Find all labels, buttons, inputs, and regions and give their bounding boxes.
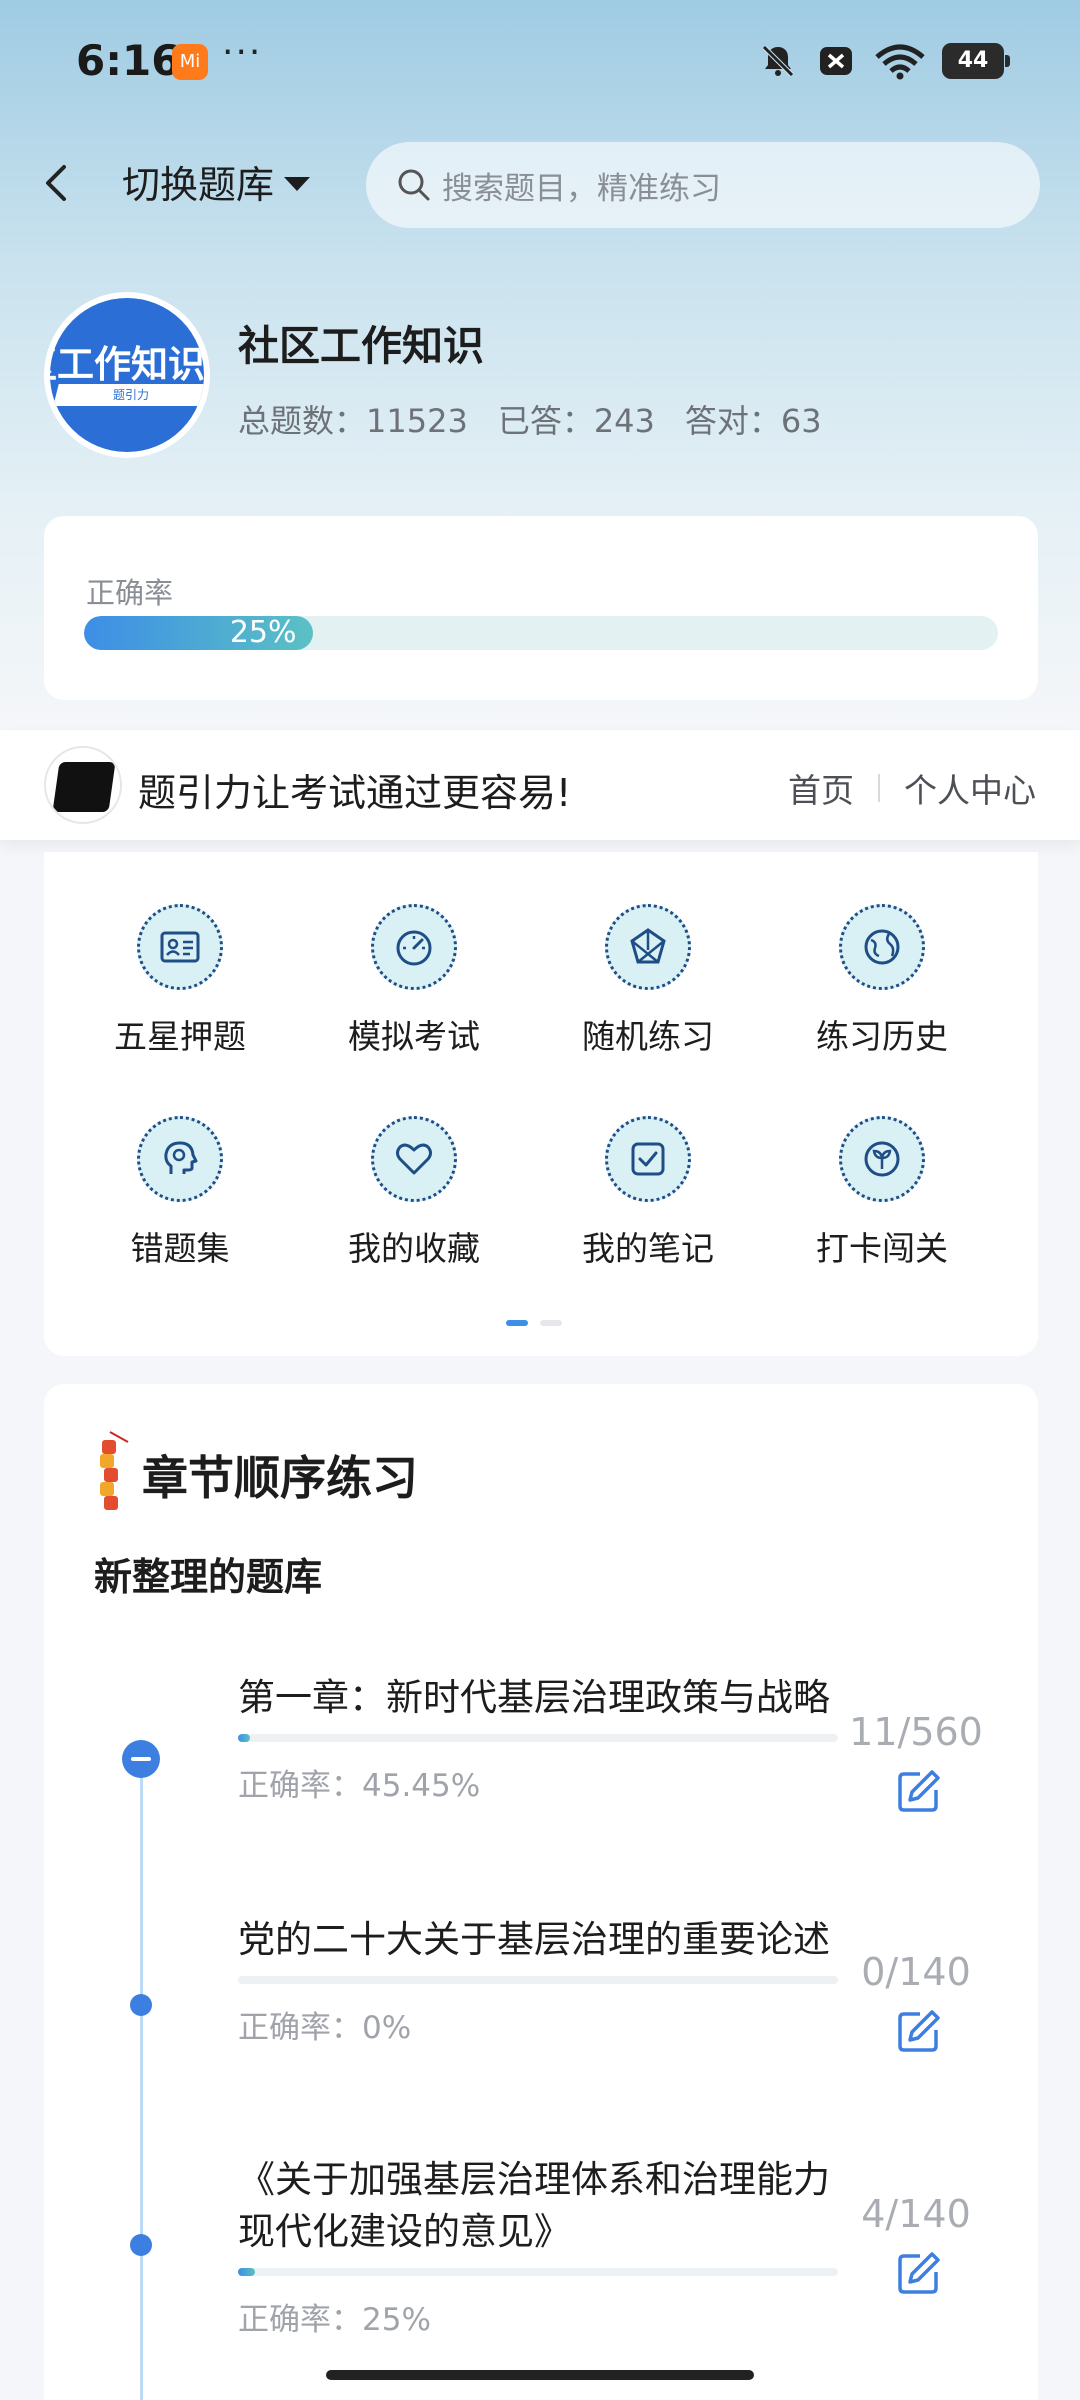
page-indicator	[506, 1320, 562, 1326]
accuracy-progress-bar: 25%	[84, 616, 998, 650]
feature-label: 随机练习	[582, 1017, 714, 1056]
chevron-left-icon	[46, 165, 66, 201]
feature-label: 我的收藏	[348, 1229, 480, 1268]
note-icon	[605, 1116, 691, 1202]
chapter-subtitle-text: 新整理的题库	[94, 1555, 323, 1599]
feature-five-star[interactable]: 五星押题	[80, 904, 280, 1058]
chapter-accuracy: 正确率：0%	[238, 2010, 412, 2046]
chapter-item[interactable]: 党的二十大关于基层治理的重要论述 正确率：0%	[238, 1914, 848, 2047]
bank-avatar: 区工作知识 题引力	[44, 292, 210, 458]
switch-bank-dropdown[interactable]: 切换题库	[122, 154, 311, 209]
avatar-text: 区工作知识	[50, 343, 205, 386]
status-bar: 6:16 Mi ··· 44	[0, 0, 1080, 120]
chapter-item[interactable]: 第一章：新时代基层治理政策与战略 正确率：45.45%	[238, 1672, 848, 1805]
back-button[interactable]	[40, 150, 84, 216]
chapter-count: 4/140	[861, 2192, 971, 2236]
answered-count: 已答：243	[497, 402, 655, 440]
feature-check-in[interactable]: 打卡闯关	[782, 1116, 982, 1270]
app-notification-icon: Mi	[172, 44, 208, 80]
page-dot-active	[506, 1320, 528, 1326]
chapter-section: 章节顺序练习 新整理的题库 第一章：新时代基层治理政策与战略 正确率：45.45…	[44, 1384, 1038, 2400]
head-icon	[137, 1116, 223, 1202]
bank-stats: 总题数：11523 已答：243 答对：63	[238, 396, 822, 442]
feature-label: 练习历史	[816, 1017, 948, 1056]
chapter-count: 11/560	[849, 1710, 983, 1754]
search-placeholder: 搜索题目，精准练习	[442, 170, 721, 207]
chapter-progress-bar	[238, 1734, 838, 1742]
wifi-icon	[872, 39, 928, 83]
accuracy-progress-fill: 25%	[84, 616, 313, 650]
feature-label: 模拟考试	[348, 1017, 480, 1056]
firecracker-icon	[100, 1431, 129, 1510]
feature-mock-exam[interactable]: 模拟考试	[314, 904, 514, 1058]
feature-label: 我的笔记	[582, 1229, 714, 1268]
gauge-icon	[371, 904, 457, 990]
page: 6:16 Mi ··· 44 切换题库 搜索题目，精准练习 区工作知识 题引力	[0, 0, 1080, 2400]
chapter-item[interactable]: 《关于加强基层治理体系和治理能力现代化建设的意见》 正确率：25%	[238, 2154, 848, 2339]
status-icons: 44	[756, 38, 1010, 84]
feature-label: 打卡闯关	[816, 1229, 948, 1268]
total-count: 总题数：11523	[238, 402, 468, 440]
globe-icon	[839, 904, 925, 990]
promo-bar: 题引力让考试通过更容易! 首页 个人中心	[0, 730, 1080, 840]
chapter-section-title: 章节顺序练习	[142, 1451, 418, 1505]
feature-notes[interactable]: 我的笔记	[548, 1116, 748, 1270]
chapter-subtitle: 新整理的题库	[94, 1546, 323, 1603]
chapter-accuracy: 正确率：25%	[238, 2302, 431, 2338]
feature-wrong-questions[interactable]: 错题集	[80, 1116, 280, 1270]
bank-title: 社区工作知识	[238, 322, 484, 370]
switch-bank-label: 切换题库	[122, 163, 275, 207]
feature-practice-history[interactable]: 练习历史	[782, 904, 982, 1058]
chapter-count: 0/140	[861, 1950, 971, 1994]
badge-icon	[839, 1116, 925, 1202]
status-time: 6:16	[76, 36, 181, 85]
home-indicator[interactable]	[326, 2370, 754, 2380]
timeline-dot	[130, 2234, 152, 2256]
battery-indicator: 44	[942, 43, 1010, 79]
heart-icon	[371, 1116, 457, 1202]
collapse-minus-icon[interactable]	[122, 1740, 160, 1778]
search-icon	[398, 169, 430, 201]
promo-slogan: 题引力让考试通过更容易!	[138, 771, 572, 815]
feature-grid: 五星押题 模拟考试 随机练习 练习历史 错题集 我的收藏 我的笔记 打卡闯关	[44, 852, 1038, 1356]
promo-links: 首页 个人中心	[788, 764, 1036, 812]
feature-label: 五星押题	[114, 1017, 246, 1056]
search-input[interactable]: 搜索题目，精准练习	[366, 142, 1040, 228]
home-link[interactable]: 首页	[788, 764, 854, 812]
feature-random-practice[interactable]: 随机练习	[548, 904, 748, 1058]
correct-count: 答对：63	[684, 402, 822, 440]
random-icon	[605, 904, 691, 990]
chapter-title: 第一章：新时代基层治理政策与战略	[238, 1676, 830, 1719]
more-notifications-icon: ···	[222, 32, 263, 73]
edit-icon[interactable]	[894, 2248, 944, 2298]
chapter-progress-fill	[238, 1734, 250, 1742]
mute-icon	[756, 39, 800, 83]
chapter-accuracy: 正确率：45.45%	[238, 1768, 481, 1804]
timeline-dot	[130, 1994, 152, 2016]
edit-icon[interactable]	[894, 2006, 944, 2056]
chapter-title: 党的二十大关于基层治理的重要论述	[238, 1918, 830, 1961]
page-dot	[540, 1320, 562, 1326]
chapter-progress-bar	[238, 1976, 838, 1984]
sim-off-icon	[814, 39, 858, 83]
link-divider	[878, 774, 880, 802]
chapter-progress-bar	[238, 2268, 838, 2276]
profile-link[interactable]: 个人中心	[904, 764, 1036, 812]
timeline-line	[140, 1744, 143, 2400]
avatar-banner: 题引力	[53, 384, 204, 406]
caret-down-icon	[284, 176, 311, 191]
accuracy-card: 正确率 25%	[44, 516, 1038, 700]
feature-favorites[interactable]: 我的收藏	[314, 1116, 514, 1270]
accuracy-label: 正确率	[86, 576, 174, 610]
avatar-sub-text: 题引力	[112, 388, 149, 402]
edit-icon[interactable]	[894, 1766, 944, 1816]
feature-label: 错题集	[130, 1229, 230, 1268]
chapter-progress-fill	[238, 2268, 256, 2276]
tiyinli-logo	[44, 746, 122, 824]
id-card-icon	[137, 904, 223, 990]
chapter-title: 《关于加强基层治理体系和治理能力现代化建设的意见》	[238, 2158, 830, 2253]
